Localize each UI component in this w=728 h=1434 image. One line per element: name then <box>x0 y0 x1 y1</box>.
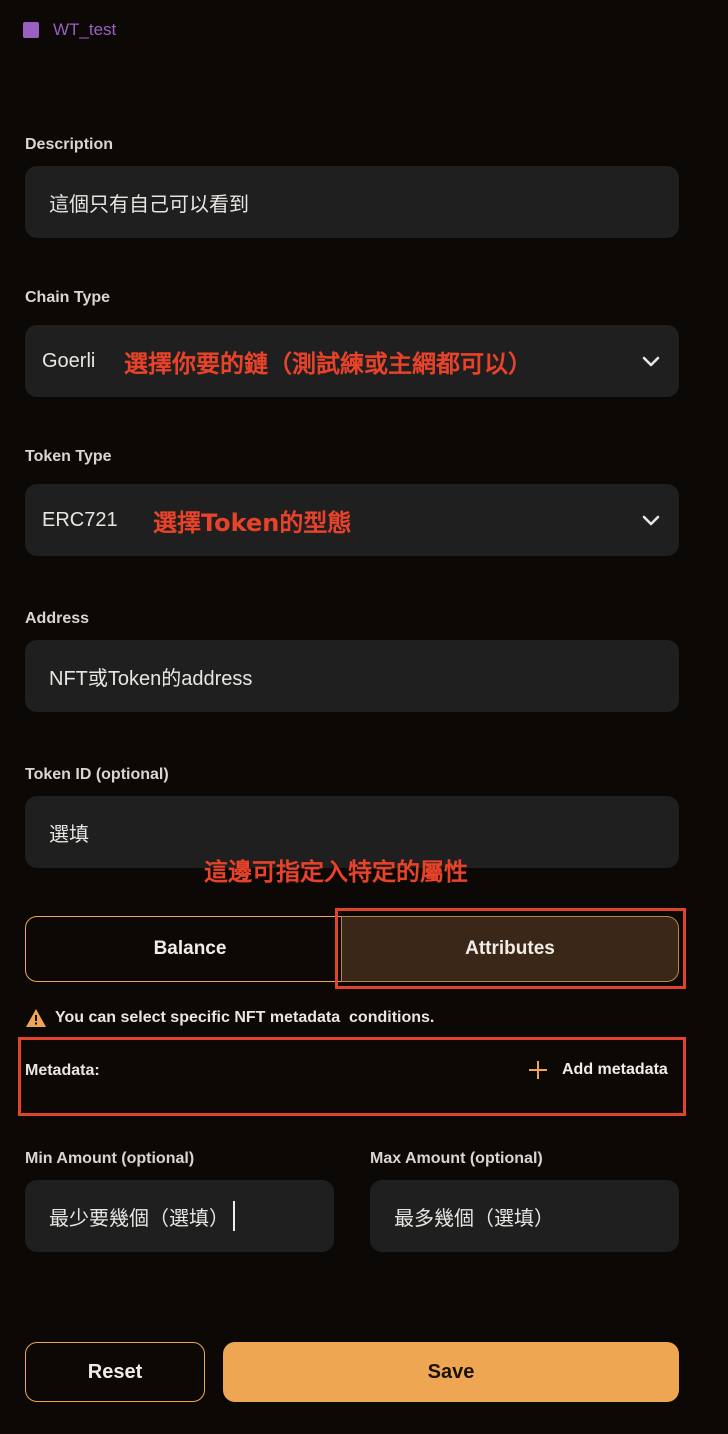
address-input[interactable]: NFT或Token的address <box>25 640 679 712</box>
tab-balance[interactable]: Balance <box>25 916 355 982</box>
token-id-label: Token ID (optional) <box>25 766 169 783</box>
add-metadata-label: Add metadata <box>562 1061 668 1078</box>
tab-balance-label: Balance <box>153 938 227 959</box>
max-amount-value: 最多幾個（選填） <box>394 1207 554 1230</box>
address-value: NFT或Token的address <box>49 667 253 690</box>
token-type-value: ERC721 <box>42 508 118 531</box>
max-amount-label: Max Amount (optional) <box>370 1150 543 1167</box>
min-amount-label: Min Amount (optional) <box>25 1150 195 1167</box>
max-amount-input[interactable]: 最多幾個（選填） <box>370 1180 679 1252</box>
text-cursor <box>233 1201 235 1231</box>
token-id-annotation: 這邊可指定入特定的屬性 <box>204 858 468 886</box>
metadata-label: Metadata: <box>25 1062 100 1079</box>
token-type-select[interactable]: ERC721 選擇Token的型態 <box>25 484 679 556</box>
app-icon <box>23 22 39 38</box>
token-id-value: 選填 <box>49 823 89 846</box>
reset-button[interactable]: Reset <box>25 1342 205 1402</box>
address-label: Address <box>25 610 90 627</box>
save-button[interactable]: Save <box>223 1342 679 1402</box>
plus-icon <box>529 1061 547 1079</box>
tab-attributes-label: Attributes <box>465 938 555 959</box>
reset-button-label: Reset <box>87 1360 143 1383</box>
chevron-down-icon <box>642 515 660 526</box>
save-button-label: Save <box>427 1360 475 1383</box>
chain-type-annotation: 選擇你要的鏈（測試練或主網都可以） <box>124 349 532 378</box>
add-metadata-button[interactable]: Add metadata <box>528 1060 668 1080</box>
chain-type-label: Chain Type <box>25 289 111 306</box>
chevron-down-icon <box>642 356 660 367</box>
description-input[interactable]: 這個只有自己可以看到 <box>25 166 679 238</box>
min-amount-input[interactable]: 最少要幾個（選填） <box>25 1180 334 1252</box>
warning-icon <box>26 1009 46 1027</box>
token-type-annotation: 選擇Token的型態 <box>153 508 352 537</box>
chain-type-value: Goerli <box>42 349 96 372</box>
description-label: Description <box>25 136 114 153</box>
description-value: 這個只有自己可以看到 <box>49 193 249 216</box>
app-header: WT_test <box>23 20 116 40</box>
warning-row: You can select specific NFT metadata con… <box>25 1008 434 1028</box>
chain-type-select[interactable]: Goerli 選擇你要的鏈（測試練或主網都可以） <box>25 325 679 397</box>
min-amount-value: 最少要幾個（選填） <box>49 1207 229 1230</box>
warning-text: You can select specific NFT metadata con… <box>55 1009 435 1026</box>
tab-attributes[interactable]: Attributes <box>341 916 679 982</box>
app-title: WT_test <box>53 20 117 39</box>
token-type-label: Token Type <box>25 448 112 465</box>
